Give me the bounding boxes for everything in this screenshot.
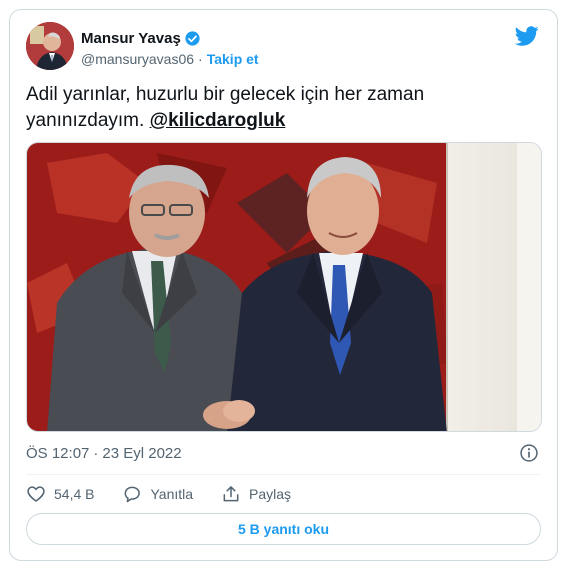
tweet-card: Mansur Yavaş @mansuryavas06 · Takip et A…	[9, 9, 558, 561]
heart-icon	[27, 486, 45, 502]
user-handle[interactable]: @mansuryavas06	[81, 51, 194, 67]
tweet-time: ÖS 12:07	[26, 444, 90, 462]
reply-label: Yanıtla	[150, 486, 194, 502]
share-label: Paylaş	[249, 486, 292, 502]
author-info: Mansur Yavaş @mansuryavas06 · Takip et	[81, 28, 259, 69]
reply-button[interactable]: Yanıtla	[122, 484, 193, 504]
share-button[interactable]: Paylaş	[221, 484, 291, 504]
tweet-timestamp[interactable]: ÖS 12:07 · 23 Eyl 2022	[26, 442, 541, 464]
action-bar: 54,4 B Yanıtla Paylaş	[26, 482, 319, 506]
handle-separator: ·	[198, 51, 203, 67]
like-count: 54,4 B	[54, 486, 95, 502]
verified-badge-icon	[185, 30, 200, 46]
tweet-date: 23 Eyl 2022	[102, 444, 182, 462]
share-icon	[223, 486, 239, 502]
follow-button[interactable]: Takip et	[207, 51, 259, 67]
divider	[26, 474, 541, 475]
twitter-bird-icon[interactable]	[515, 24, 539, 48]
mention-link[interactable]: @kilicdarogluk	[150, 110, 286, 131]
read-replies-button[interactable]: 5 B yanıtı oku	[26, 513, 541, 545]
tweet-text: Adil yarınlar, huzurlu bir gelecek için …	[26, 82, 546, 134]
reply-bubble-icon	[125, 486, 141, 503]
avatar[interactable]	[26, 22, 74, 70]
tweet-header: Mansur Yavaş @mansuryavas06 · Takip et	[26, 22, 541, 74]
info-icon[interactable]	[519, 443, 539, 463]
tweet-photo[interactable]	[26, 142, 542, 432]
display-name[interactable]: Mansur Yavaş	[81, 30, 181, 47]
like-button[interactable]: 54,4 B	[26, 484, 94, 504]
timestamp-separator: ·	[93, 444, 99, 462]
